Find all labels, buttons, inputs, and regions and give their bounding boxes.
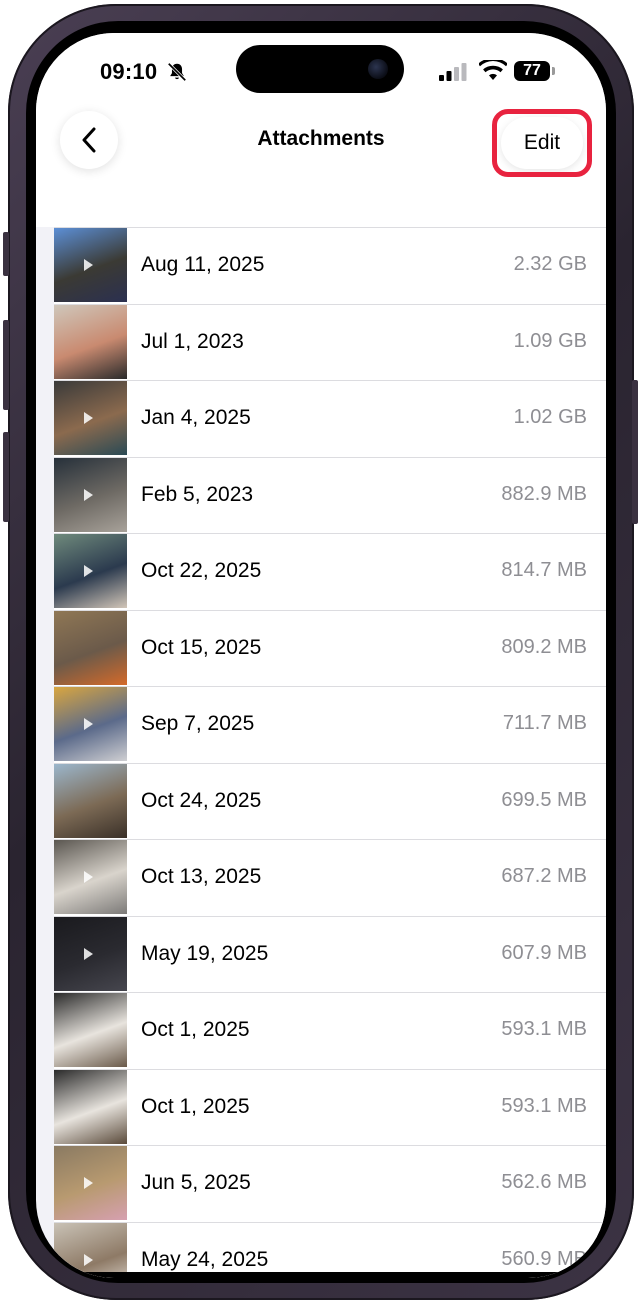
attachment-size: 562.6 MB <box>501 1171 587 1193</box>
attachment-row[interactable]: Oct 1, 2025 593.1 MB <box>54 992 606 1069</box>
attachment-date: Oct 24, 2025 <box>141 788 262 812</box>
attachment-date: Oct 13, 2025 <box>141 865 262 888</box>
attachment-thumbnail <box>54 763 127 838</box>
attachment-size: 1.09 GB <box>513 329 587 352</box>
attachment-size: 593.1 MB <box>501 1094 587 1117</box>
attachment-row[interactable]: May 19, 2025 607.9 MB <box>54 915 606 993</box>
signal-icon <box>439 63 467 81</box>
attachment-size: 882.9 MB <box>501 482 587 505</box>
screen-bottom-edge <box>36 1272 606 1278</box>
attachment-thumbnail <box>54 381 127 455</box>
attachment-date: Sep 7, 2025 <box>141 712 255 735</box>
attachment-date: May 19, 2025 <box>141 941 269 965</box>
attachment-date: Oct 22, 2025 <box>141 559 262 582</box>
bell-slash-icon <box>167 62 187 82</box>
play-icon <box>84 412 93 424</box>
attachment-list: Aug 11, 2025 2.32 GB Jul 1, 2023 1.09 GB Jan… <box>54 227 606 1278</box>
attachment-row[interactable]: Oct 15, 2025 809.2 MB <box>54 609 606 687</box>
attachment-date: May 24, 2025 <box>141 1247 269 1271</box>
attachment-size: 1.02 GB <box>513 406 587 428</box>
battery-cap <box>552 67 555 75</box>
play-icon <box>84 1177 93 1189</box>
battery-icon: 77 <box>514 61 550 81</box>
play-icon <box>84 718 93 730</box>
attachment-thumbnail <box>54 687 127 761</box>
attachment-date: Oct 15, 2025 <box>141 635 262 659</box>
attachment-thumbnail <box>54 993 127 1067</box>
attachment-size: 560.9 MB <box>501 1247 587 1270</box>
header: 09:10 77 Attachments Edit <box>36 33 606 227</box>
battery-level: 77 <box>523 62 541 79</box>
attachment-size: 814.7 MB <box>501 559 587 581</box>
volume-up-button <box>3 320 9 410</box>
play-icon <box>84 871 93 883</box>
attachment-row[interactable]: Sep 7, 2025 711.7 MB <box>54 686 606 763</box>
action-button <box>3 232 9 276</box>
attachment-row[interactable]: Oct 13, 2025 687.2 MB <box>54 839 606 916</box>
attachment-thumbnail <box>54 1222 127 1278</box>
attachment-thumbnail <box>54 457 127 532</box>
screen: 09:10 77 Attachments Edit Aug 11, 2025 2… <box>36 33 606 1278</box>
attachment-date: Jun 5, 2025 <box>141 1171 251 1194</box>
attachment-row[interactable]: May 24, 2025 560.9 MB <box>54 1221 606 1278</box>
camera-icon <box>368 59 388 79</box>
edit-highlight-outline <box>492 109 592 177</box>
attachment-thumbnail <box>54 610 127 685</box>
attachment-date: Jan 4, 2025 <box>141 406 251 429</box>
attachment-row[interactable]: Aug 11, 2025 2.32 GB <box>54 227 606 304</box>
wifi-icon <box>479 60 507 80</box>
attachment-thumbnail <box>54 228 127 302</box>
attachment-date: Oct 1, 2025 <box>141 1094 250 1118</box>
play-icon <box>84 1253 93 1266</box>
attachment-row[interactable]: Feb 5, 2023 882.9 MB <box>54 456 606 534</box>
attachment-row[interactable]: Jul 1, 2023 1.09 GB <box>54 303 606 381</box>
play-icon <box>84 565 93 577</box>
attachment-size: 687.2 MB <box>501 865 587 887</box>
dynamic-island <box>236 45 404 93</box>
attachment-row[interactable]: Oct 22, 2025 814.7 MB <box>54 533 606 610</box>
play-icon <box>84 947 93 960</box>
attachment-thumbnail <box>54 534 127 608</box>
attachment-row[interactable]: Oct 24, 2025 699.5 MB <box>54 762 606 840</box>
attachment-date: Jul 1, 2023 <box>141 329 244 353</box>
attachment-row[interactable]: Jan 4, 2025 1.02 GB <box>54 380 606 457</box>
play-icon <box>84 488 93 501</box>
attachment-row[interactable]: Jun 5, 2025 562.6 MB <box>54 1145 606 1222</box>
attachment-date: Aug 11, 2025 <box>141 253 265 276</box>
attachment-thumbnail <box>54 840 127 914</box>
power-button <box>632 380 638 524</box>
attachment-size: 607.9 MB <box>501 941 587 964</box>
attachment-size: 2.32 GB <box>513 253 587 275</box>
attachment-thumbnail <box>54 916 127 991</box>
attachment-size: 809.2 MB <box>501 635 587 658</box>
attachment-date: Oct 1, 2025 <box>141 1018 250 1041</box>
attachment-size: 711.7 MB <box>502 712 587 734</box>
attachment-size: 593.1 MB <box>501 1018 587 1040</box>
attachment-thumbnail <box>54 1069 127 1144</box>
play-icon <box>84 259 93 271</box>
status-time: 09:10 <box>100 59 158 84</box>
attachment-row[interactable]: Oct 1, 2025 593.1 MB <box>54 1068 606 1146</box>
attachment-date: Feb 5, 2023 <box>141 482 254 506</box>
attachment-size: 699.5 MB <box>501 788 587 811</box>
attachment-thumbnail <box>54 1146 127 1220</box>
volume-down-button <box>3 432 9 522</box>
attachment-thumbnail <box>54 304 127 379</box>
